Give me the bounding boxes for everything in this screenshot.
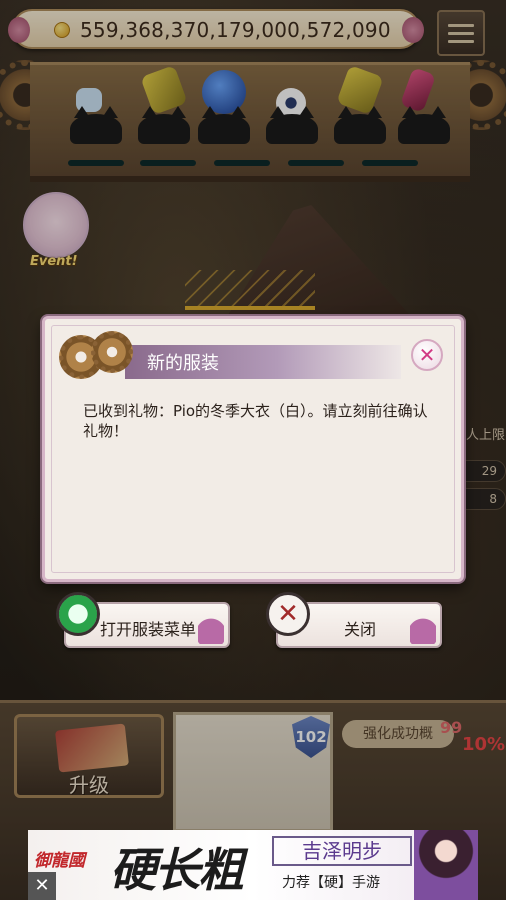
- ad-banner[interactable]: 御龍國 硬长粗 吉泽明步 力荐【硬】手游: [28, 830, 478, 900]
- gears-icon: [59, 329, 135, 393]
- close-icon: ✕: [418, 343, 436, 367]
- close-label: 关闭: [344, 620, 377, 639]
- cross-icon: ✕: [266, 592, 310, 636]
- ad-logo: 御龍國: [34, 851, 85, 871]
- new-costume-dialog: 新的服装 ✕ 已收到礼物：Pio的冬季大衣（白）。请立刻前往确认礼物！: [42, 316, 464, 582]
- ad-close-button[interactable]: ✕: [28, 872, 56, 900]
- confirm-icon: [56, 592, 100, 636]
- ad-tagline: 力荐【硬】手游: [282, 875, 380, 891]
- open-costume-menu-button[interactable]: 打开服装菜单: [56, 592, 230, 648]
- ad-name: 吉泽明步: [272, 836, 412, 866]
- potion-icon: [198, 610, 224, 644]
- ad-portrait-image: [414, 830, 478, 900]
- potion-icon: [410, 610, 436, 644]
- ad-headline: 硬长粗: [110, 843, 244, 897]
- close-button[interactable]: ✕ 关闭: [266, 592, 442, 648]
- dialog-title: 新的服装: [147, 353, 219, 374]
- dialog-close-button[interactable]: ✕: [411, 339, 443, 371]
- dialog-message: 已收到礼物：Pio的冬季大衣（白）。请立刻前往确认礼物！: [83, 402, 428, 440]
- open-costume-menu-label: 打开服装菜单: [100, 620, 197, 639]
- dialog-title-bar: 新的服装: [125, 345, 401, 379]
